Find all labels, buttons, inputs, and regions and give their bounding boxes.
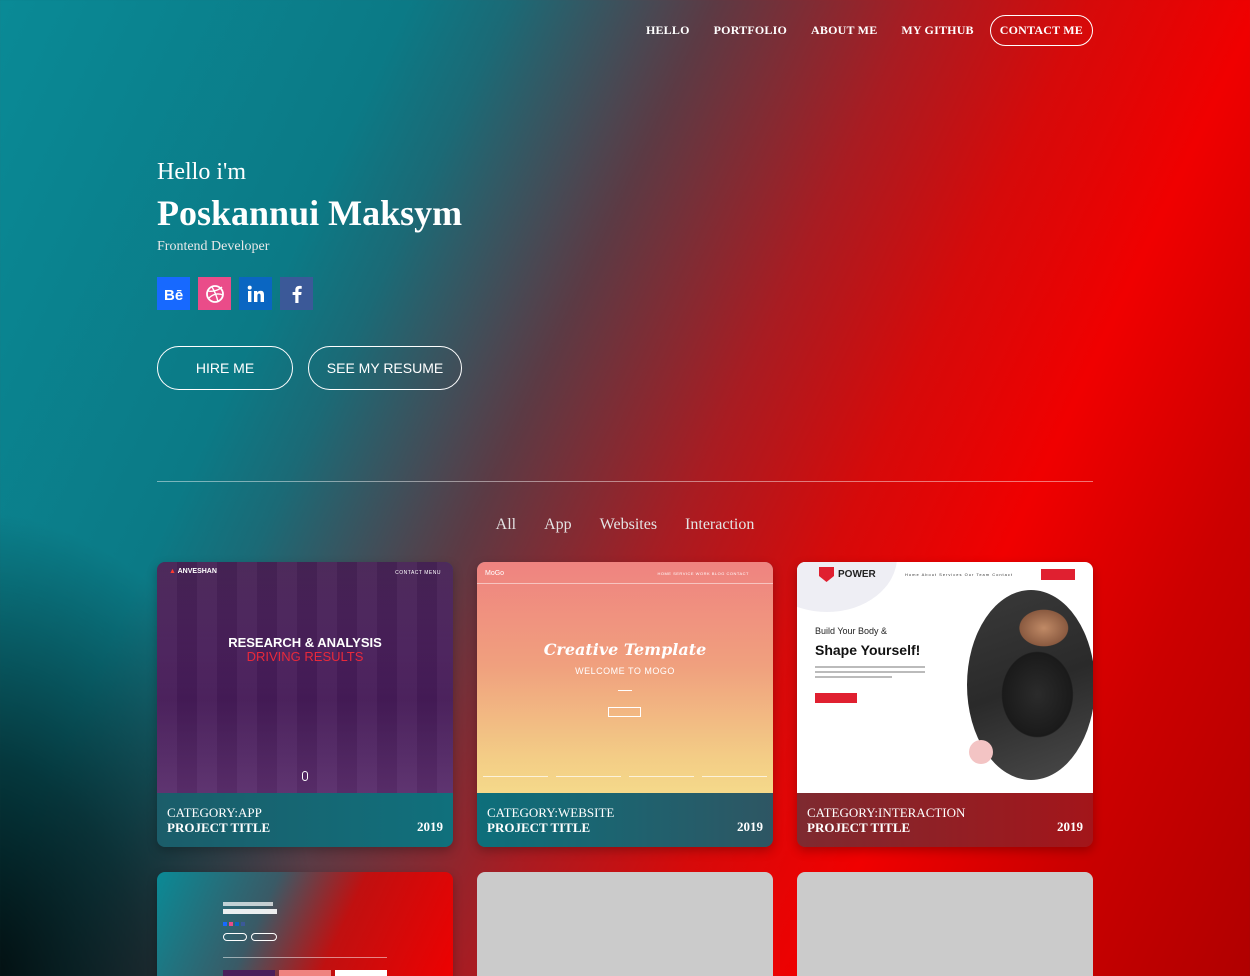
project-thumbnail: ▲ ANVESHAN CONTACT MENU RESEARCH & ANALY…: [157, 562, 453, 793]
project-title: PROJECT TITLE: [807, 820, 911, 835]
project-thumbnail: MoGo HOME SERVICE WORK BLOG CONTACT Crea…: [477, 562, 773, 793]
hire-me-button[interactable]: HIRE ME: [157, 346, 293, 390]
nav-about-link[interactable]: ABOUT ME: [799, 23, 889, 38]
preview-subheadline: DRIVING RESULTS: [246, 649, 364, 664]
social-links: Bē: [157, 277, 462, 310]
preview-headline: Shape Yourself!: [815, 642, 921, 658]
project-card-portfolio-preview[interactable]: [157, 872, 453, 976]
see-resume-button[interactable]: SEE MY RESUME: [308, 346, 462, 390]
preview-subheadline: Build Your Body &: [815, 626, 888, 636]
project-card-app[interactable]: ▲ ANVESHAN CONTACT MENU RESEARCH & ANALY…: [157, 562, 453, 847]
project-info: CATEGORY:WEBSITE PROJECT TITLE 2019: [477, 793, 773, 847]
project-year: 2019: [737, 819, 763, 834]
svg-text:Bē: Bē: [164, 287, 183, 301]
scroll-mouse-icon: [302, 771, 308, 781]
filter-app[interactable]: App: [530, 516, 586, 534]
preview-logo: POWER: [819, 567, 876, 582]
preview-subheadline: WELCOME TO MOGO: [575, 666, 675, 676]
nav-portfolio-link[interactable]: PORTFOLIO: [702, 23, 799, 38]
nav-github-link[interactable]: MY GITHUB: [889, 23, 985, 38]
portfolio-filters: All App Websites Interaction: [0, 516, 1250, 534]
hero-greeting: Hello i'm: [157, 159, 246, 185]
project-card-interaction[interactable]: POWER Home About Services Our Team Conta…: [797, 562, 1093, 847]
hero-role: Frontend Developer: [157, 239, 270, 254]
nav-hello-link[interactable]: HELLO: [634, 23, 702, 38]
linkedin-icon[interactable]: [239, 277, 272, 310]
project-category: CATEGORY:APP: [167, 805, 262, 820]
filter-all[interactable]: All: [482, 516, 530, 534]
preview-menu: HOME SERVICE WORK BLOG CONTACT: [657, 571, 749, 576]
preview-headline: Creative Template: [543, 640, 707, 659]
preview-logo: MoGo: [485, 570, 505, 577]
hero-actions: HIRE ME SEE MY RESUME: [157, 346, 462, 390]
preview-menu: CONTACT MENU: [395, 570, 441, 576]
project-card-website[interactable]: MoGo HOME SERVICE WORK BLOG CONTACT Crea…: [477, 562, 773, 847]
dribbble-icon[interactable]: [198, 277, 231, 310]
project-category: CATEGORY:WEBSITE: [487, 805, 615, 820]
project-title: PROJECT TITLE: [487, 820, 591, 835]
project-year: 2019: [417, 819, 443, 834]
section-divider: [157, 481, 1093, 482]
contact-me-button[interactable]: CONTACT ME: [989, 15, 1093, 46]
filter-websites[interactable]: Websites: [586, 516, 671, 534]
facebook-icon[interactable]: [280, 277, 313, 310]
preview-menu: Home About Services Our Team Contact: [905, 572, 1013, 577]
hero-section: Hello i'm Poskannui Maksym Frontend Deve…: [157, 157, 462, 390]
hero-name: Poskannui Maksym: [157, 193, 463, 233]
top-nav: HELLO PORTFOLIO ABOUT ME MY GITHUB CONTA…: [634, 15, 1093, 46]
project-card-placeholder[interactable]: [477, 872, 773, 976]
project-year: 2019: [1057, 819, 1083, 834]
filter-interaction[interactable]: Interaction: [671, 516, 768, 534]
project-info: CATEGORY:INTERACTION PROJECT TITLE 2019: [797, 793, 1093, 847]
preview-headline: RESEARCH & ANALYSIS: [228, 635, 382, 650]
project-category: CATEGORY:INTERACTION: [807, 805, 966, 820]
project-card-placeholder[interactable]: [797, 872, 1093, 976]
project-title: PROJECT TITLE: [167, 820, 271, 835]
preview-logo: ▲ ANVESHAN: [169, 568, 217, 575]
behance-icon[interactable]: Bē: [157, 277, 190, 310]
project-thumbnail: POWER Home About Services Our Team Conta…: [797, 562, 1093, 793]
project-info: CATEGORY:APP PROJECT TITLE 2019: [157, 793, 453, 847]
